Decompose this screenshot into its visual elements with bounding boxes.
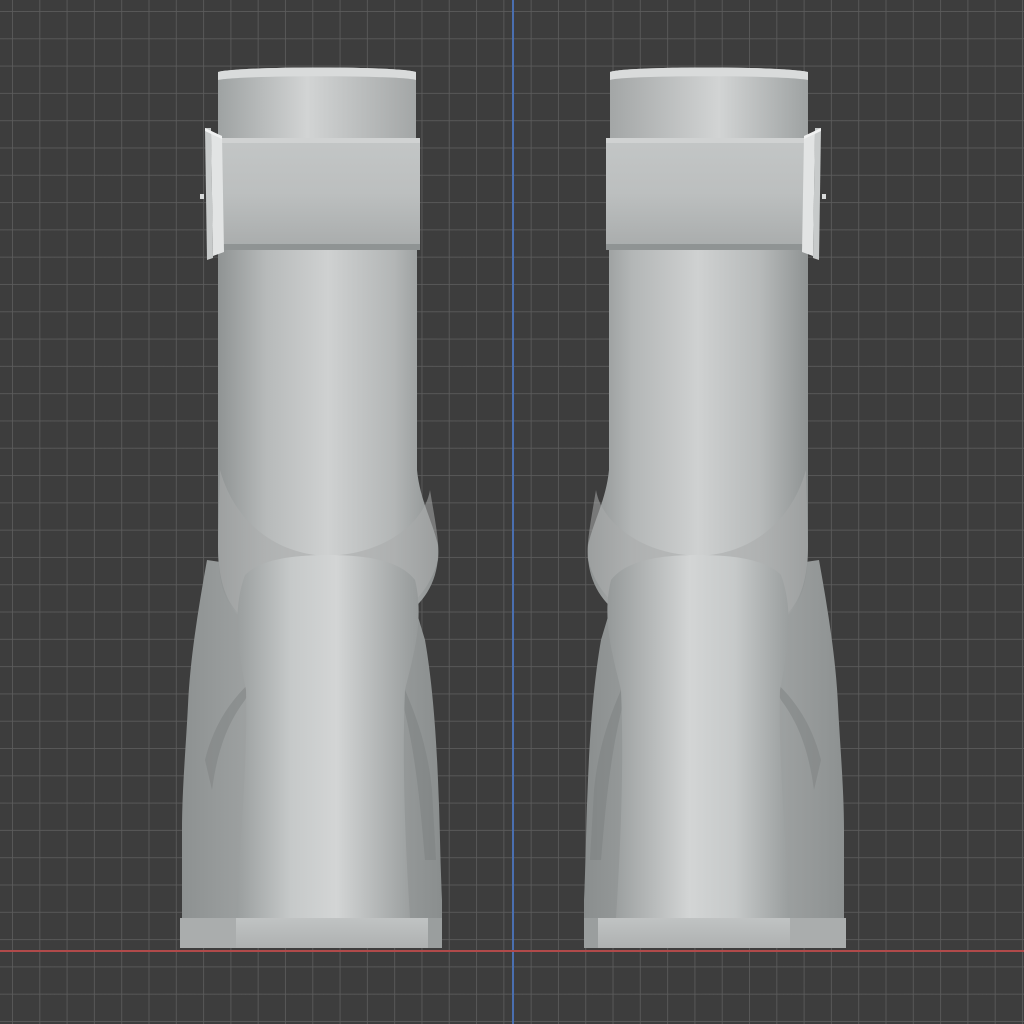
- boot-left-mesh[interactable]: [180, 67, 442, 949]
- boot-models[interactable]: [0, 0, 1024, 1024]
- boot-right-mesh[interactable]: [584, 67, 846, 949]
- 3d-viewport[interactable]: [0, 0, 1024, 1024]
